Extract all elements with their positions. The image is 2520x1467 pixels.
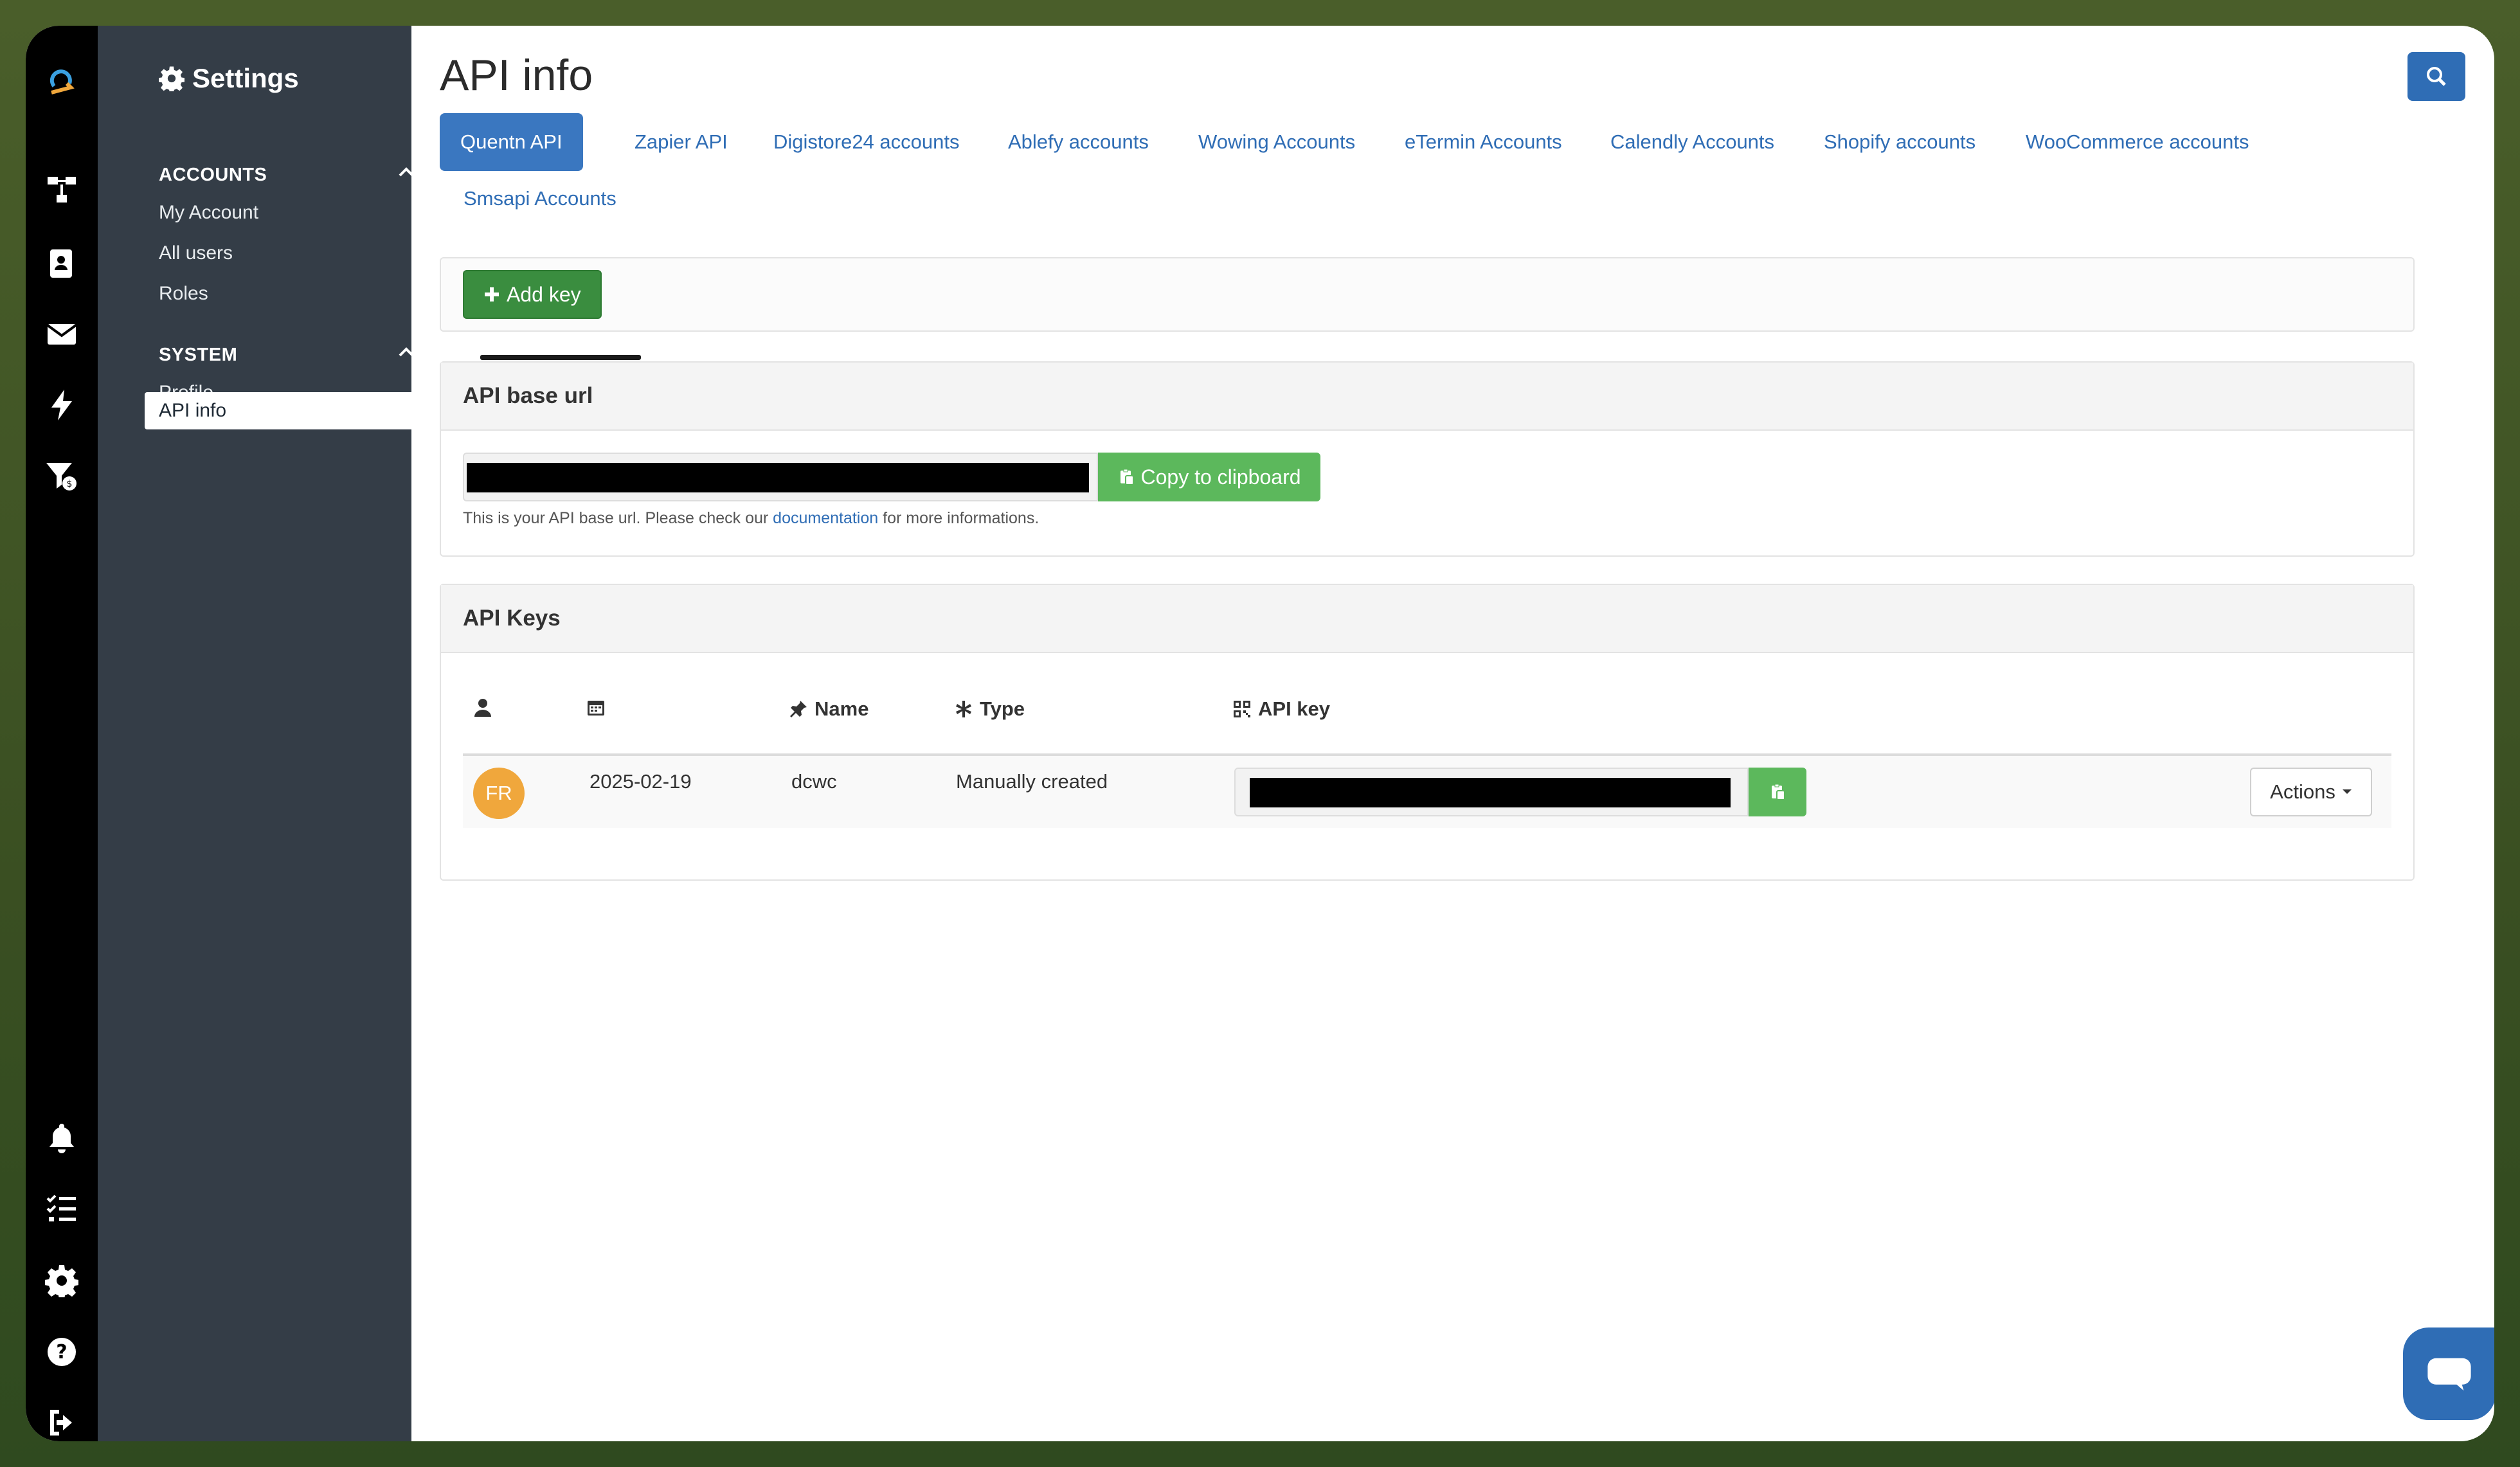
logout-icon[interactable] [26,1397,98,1441]
tab-woocommerce-accounts[interactable]: WooCommerce accounts [2026,113,2249,171]
page-title: API info [440,51,593,100]
col-name[interactable]: Name [789,698,869,721]
section-system[interactable]: SYSTEM [159,345,237,366]
avatar: FR [473,768,525,819]
bell-icon[interactable] [26,1112,98,1164]
copy-api-key-button[interactable] [1749,768,1806,816]
help-icon[interactable]: ? [26,1326,98,1378]
funnel-money-icon[interactable]: $ [26,450,98,501]
col-type-label: Type [980,698,1025,720]
add-key-label: Add key [507,282,581,306]
svg-text:$: $ [67,479,73,489]
sidebar-item-all-users[interactable]: All users [159,242,233,264]
user-icon [474,699,491,717]
api-base-url-title: API base url [441,363,2413,431]
settings-gear-icon[interactable] [26,1255,98,1306]
tab-ablefy-accounts[interactable]: Ablefy accounts [1008,113,1149,171]
col-api-key-label: API key [1258,698,1331,720]
copy-label: Copy to clipboard [1140,465,1301,489]
sidebar-title-text: Settings [192,63,299,93]
tab-etermin-accounts[interactable]: eTermin Accounts [1405,113,1562,171]
toolbar-panel: Add key [440,257,2415,332]
api-keys-panel: API Keys Name Type API key FR 2025-02-19… [440,584,2415,881]
section-accounts[interactable]: ACCOUNTS [159,165,267,186]
sidebar-title: Settings [159,63,299,94]
col-type[interactable]: Type [954,698,1025,721]
flow-icon[interactable] [26,164,98,215]
add-key-button[interactable]: Add key [463,270,602,319]
tab-quentn-api[interactable]: Quentn API [440,113,583,171]
help-prefix: This is your API base url. Please check … [463,509,773,527]
email-icon[interactable] [26,309,98,360]
search-icon [2427,67,2446,86]
tab-shopify-accounts[interactable]: Shopify accounts [1824,113,1976,171]
contacts-icon[interactable] [26,238,98,289]
settings-sidebar: Settings ACCOUNTS My Account All users R… [98,26,415,1441]
api-base-url-help: This is your API base url. Please check … [463,509,1039,528]
api-base-url-panel: API base url Copy to clipboard This is y… [440,361,2415,557]
focus-underline [480,355,641,360]
help-suffix: for more informations. [878,509,1040,527]
tab-digistore24-accounts[interactable]: Digistore24 accounts [773,113,960,171]
tab-wowing-accounts[interactable]: Wowing Accounts [1198,113,1355,171]
sidebar-item-my-account[interactable]: My Account [159,202,258,224]
sidebar-item-roles[interactable]: Roles [159,283,208,305]
search-button[interactable] [2408,52,2465,101]
svg-text:?: ? [56,1341,67,1364]
asterisk-icon [956,701,971,717]
tab-zapier-api[interactable]: Zapier API [634,113,728,171]
chat-widget-button[interactable] [2403,1328,2494,1420]
lightning-icon[interactable] [26,379,98,431]
col-date[interactable] [586,698,606,717]
row-date: 2025-02-19 [590,770,692,793]
col-user[interactable] [473,698,492,717]
api-base-url-field[interactable] [463,453,1098,501]
clipboard-icon [1772,784,1785,800]
chat-bubble-icon [2427,1358,2471,1391]
app-window: $ ? Settings ACCOUNTS My Account All use… [26,26,2494,1441]
actions-label: Actions [2270,780,2336,803]
row-type: Manually created [956,770,1108,793]
redacted-value [467,463,1089,492]
sidebar-item-api-info[interactable]: API info [145,392,415,429]
checklist-icon[interactable] [26,1183,98,1234]
actions-dropdown-button[interactable]: Actions [2250,768,2372,816]
plus-icon [485,287,499,302]
calendar-icon [588,701,604,716]
copy-to-clipboard-button[interactable]: Copy to clipboard [1098,453,1320,501]
clipboard-icon [1120,469,1135,485]
caret-down-icon [2342,789,2352,794]
col-api-key[interactable]: API key [1232,698,1330,721]
redacted-api-key [1250,778,1731,807]
col-name-label: Name [815,698,869,720]
api-key-field[interactable] [1234,768,1749,816]
app-logo-icon[interactable] [26,55,98,107]
row-name: dcwc [791,770,837,793]
main-content: API info Quentn API Zapier API Digistore… [411,26,2494,1441]
api-keys-title: API Keys [441,585,2413,653]
tab-smsapi-accounts[interactable]: Smsapi Accounts [464,170,616,228]
qrcode-icon [1234,701,1250,717]
documentation-link[interactable]: documentation [773,509,878,527]
icon-rail: $ ? [26,26,98,1441]
gear-icon [159,66,184,91]
tab-calendly-accounts[interactable]: Calendly Accounts [1610,113,1774,171]
pin-icon [790,701,807,717]
